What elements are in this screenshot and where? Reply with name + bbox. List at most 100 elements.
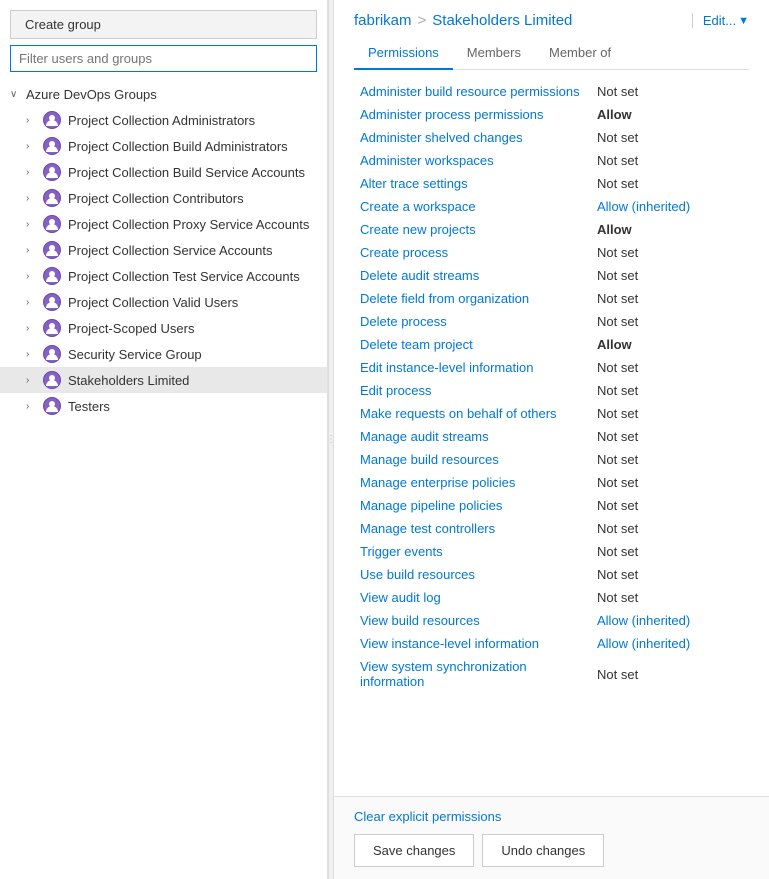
group-name: Project Collection Build Service Account… <box>68 165 305 180</box>
permission-name[interactable]: Manage build resources <box>354 448 591 471</box>
filter-input[interactable] <box>10 45 317 72</box>
tree-item[interactable]: › Project Collection Test Service Accoun… <box>0 263 327 289</box>
permission-value[interactable]: Allow (inherited) <box>591 195 749 218</box>
permission-row: Edit instance-level informationNot set <box>354 356 749 379</box>
permission-value[interactable]: Not set <box>591 655 749 693</box>
tabs-container: PermissionsMembersMember of <box>354 39 749 70</box>
permission-name[interactable]: Delete team project <box>354 333 591 356</box>
permission-name[interactable]: Alter trace settings <box>354 172 591 195</box>
tree-item[interactable]: › Testers <box>0 393 327 419</box>
permission-value[interactable]: Not set <box>591 310 749 333</box>
permission-row: Administer build resource permissionsNot… <box>354 80 749 103</box>
permission-value[interactable]: Allow (inherited) <box>591 609 749 632</box>
right-header: fabrikam > Stakeholders Limited Edit... … <box>334 0 769 70</box>
tree-container: ∨ Azure DevOps Groups › Project Collecti… <box>0 80 327 879</box>
permission-row: Delete field from organizationNot set <box>354 287 749 310</box>
tree-category-header[interactable]: ∨ Azure DevOps Groups <box>10 85 317 104</box>
tree-item[interactable]: › Project Collection Contributors <box>0 185 327 211</box>
footer-buttons: Save changes Undo changes <box>354 834 749 867</box>
permission-value[interactable]: Not set <box>591 80 749 103</box>
tree-item[interactable]: › Project Collection Valid Users <box>0 289 327 315</box>
tree-item[interactable]: › Project Collection Service Accounts <box>0 237 327 263</box>
permission-value[interactable]: Allow (inherited) <box>591 632 749 655</box>
permission-row: Administer process permissionsAllow <box>354 103 749 126</box>
permission-value[interactable]: Not set <box>591 264 749 287</box>
group-icon <box>42 188 62 208</box>
permission-name[interactable]: Create a workspace <box>354 195 591 218</box>
permission-name[interactable]: Edit instance-level information <box>354 356 591 379</box>
permission-value[interactable]: Not set <box>591 149 749 172</box>
permission-row: Delete team projectAllow <box>354 333 749 356</box>
permission-value[interactable]: Allow <box>591 333 749 356</box>
permission-value[interactable]: Not set <box>591 172 749 195</box>
permission-name[interactable]: Administer shelved changes <box>354 126 591 149</box>
permission-name[interactable]: View audit log <box>354 586 591 609</box>
tree-item[interactable]: › Stakeholders Limited <box>0 367 327 393</box>
permission-name[interactable]: Manage enterprise policies <box>354 471 591 494</box>
permission-name[interactable]: Administer build resource permissions <box>354 80 591 103</box>
tab-member-of[interactable]: Member of <box>535 39 625 70</box>
item-chevron-icon: › <box>26 245 36 256</box>
create-group-button[interactable]: Create group <box>10 10 317 39</box>
permission-name[interactable]: Delete audit streams <box>354 264 591 287</box>
permission-name[interactable]: Delete process <box>354 310 591 333</box>
permission-value[interactable]: Not set <box>591 448 749 471</box>
item-chevron-icon: › <box>26 323 36 334</box>
permission-value[interactable]: Not set <box>591 540 749 563</box>
permission-name[interactable]: Create new projects <box>354 218 591 241</box>
permission-name[interactable]: Make requests on behalf of others <box>354 402 591 425</box>
save-changes-button[interactable]: Save changes <box>354 834 474 867</box>
permission-value[interactable]: Not set <box>591 402 749 425</box>
tab-permissions[interactable]: Permissions <box>354 39 453 70</box>
permission-name[interactable]: Use build resources <box>354 563 591 586</box>
tree-item[interactable]: › Project Collection Build Administrator… <box>0 133 327 159</box>
permission-value[interactable]: Allow <box>591 103 749 126</box>
permission-name[interactable]: Manage audit streams <box>354 425 591 448</box>
clear-permissions-button[interactable]: Clear explicit permissions <box>354 809 749 824</box>
edit-button[interactable]: Edit... <box>703 13 736 28</box>
group-name: Project Collection Contributors <box>68 191 244 206</box>
breadcrumb-current: Stakeholders Limited <box>432 12 572 29</box>
permission-name[interactable]: Trigger events <box>354 540 591 563</box>
tree-category: ∨ Azure DevOps Groups <box>0 82 327 107</box>
permission-name[interactable]: Delete field from organization <box>354 287 591 310</box>
permission-value[interactable]: Not set <box>591 425 749 448</box>
tree-item[interactable]: › Project Collection Build Service Accou… <box>0 159 327 185</box>
permission-row: View audit logNot set <box>354 586 749 609</box>
tree-item[interactable]: › Security Service Group <box>0 341 327 367</box>
permission-value[interactable]: Not set <box>591 563 749 586</box>
permission-value[interactable]: Not set <box>591 517 749 540</box>
permission-name[interactable]: Administer workspaces <box>354 149 591 172</box>
permission-value[interactable]: Not set <box>591 494 749 517</box>
permission-value[interactable]: Allow <box>591 218 749 241</box>
dropdown-arrow-icon[interactable]: ▼ <box>738 15 749 27</box>
permission-value[interactable]: Not set <box>591 126 749 149</box>
permission-name[interactable]: View build resources <box>354 609 591 632</box>
group-icon <box>42 292 62 312</box>
group-name: Project Collection Service Accounts <box>68 243 272 258</box>
group-name: Stakeholders Limited <box>68 373 189 388</box>
undo-changes-button[interactable]: Undo changes <box>482 834 604 867</box>
permission-name[interactable]: View instance-level information <box>354 632 591 655</box>
permission-name[interactable]: Manage test controllers <box>354 517 591 540</box>
permission-value[interactable]: Not set <box>591 287 749 310</box>
permission-row: Manage enterprise policiesNot set <box>354 471 749 494</box>
item-chevron-icon: › <box>26 115 36 126</box>
permission-row: View build resourcesAllow (inherited) <box>354 609 749 632</box>
tab-members[interactable]: Members <box>453 39 535 70</box>
tree-item[interactable]: › Project-Scoped Users <box>0 315 327 341</box>
tree-item[interactable]: › Project Collection Administrators <box>0 107 327 133</box>
permission-name[interactable]: View system synchronization information <box>354 655 591 693</box>
permission-value[interactable]: Not set <box>591 241 749 264</box>
item-chevron-icon: › <box>26 349 36 360</box>
permission-name[interactable]: Administer process permissions <box>354 103 591 126</box>
permission-row: Use build resourcesNot set <box>354 563 749 586</box>
permission-name[interactable]: Edit process <box>354 379 591 402</box>
permission-value[interactable]: Not set <box>591 356 749 379</box>
permission-name[interactable]: Create process <box>354 241 591 264</box>
permission-name[interactable]: Manage pipeline policies <box>354 494 591 517</box>
permission-value[interactable]: Not set <box>591 586 749 609</box>
permission-value[interactable]: Not set <box>591 471 749 494</box>
permission-value[interactable]: Not set <box>591 379 749 402</box>
tree-item[interactable]: › Project Collection Proxy Service Accou… <box>0 211 327 237</box>
